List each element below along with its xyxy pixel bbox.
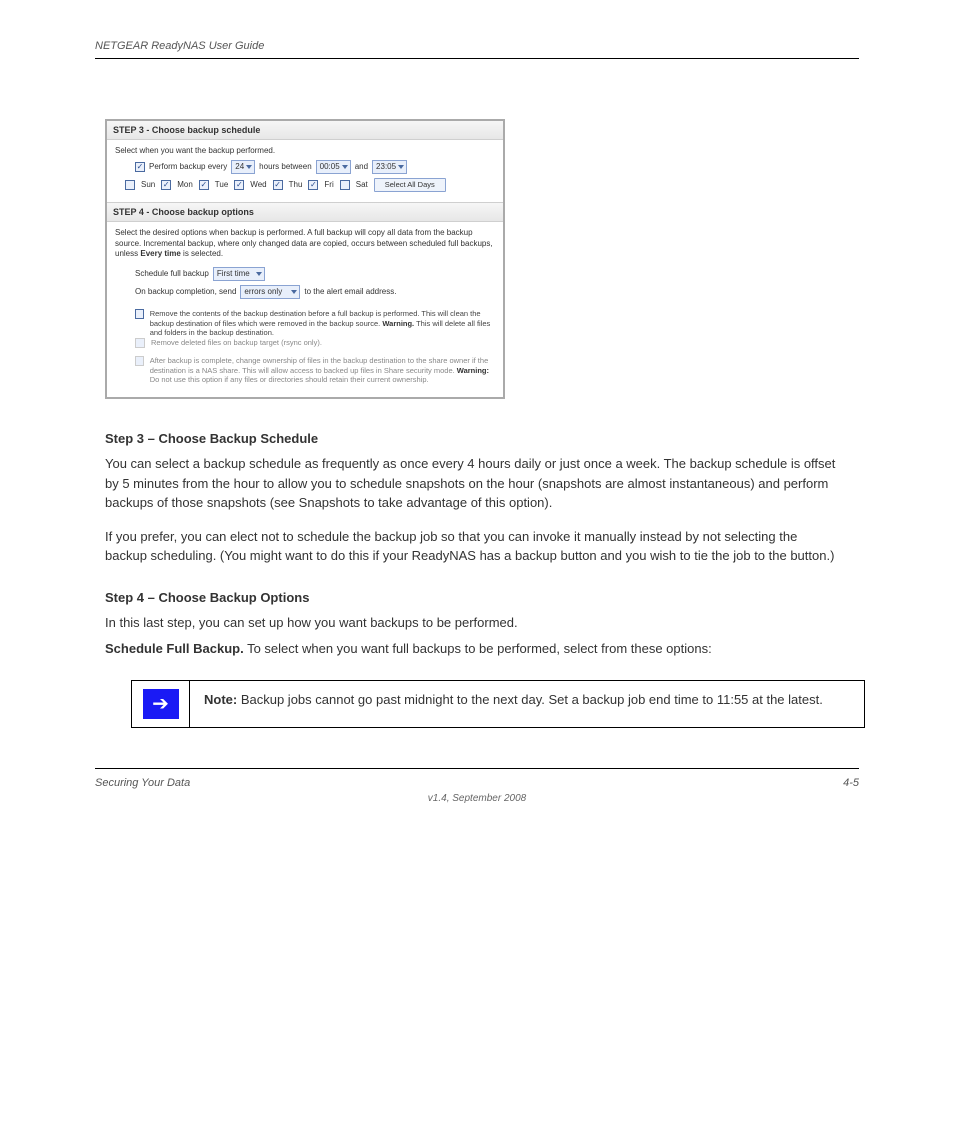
schedule-full-label: Schedule full backup: [135, 269, 209, 279]
body-text: Step 3 – Choose Backup Schedule You can …: [105, 429, 839, 729]
and-label: and: [355, 162, 368, 172]
opt2-warn: Warning:: [457, 366, 489, 375]
schedule-full-select[interactable]: First time: [213, 267, 265, 281]
note-icon-cell: ➔: [132, 681, 190, 727]
opt2-text: After backup is complete, change ownersh…: [150, 356, 495, 384]
day-label: Sat: [356, 180, 368, 190]
section2-para: In this last step, you can set up how yo…: [105, 613, 839, 633]
opt1b-text: Remove deleted files on backup target (r…: [151, 338, 322, 348]
step4-intro-b: is selected.: [181, 249, 223, 258]
change-ownership-checkbox[interactable]: ✓: [135, 356, 144, 366]
step3-intro: Select when you want the backup performe…: [115, 146, 495, 156]
section2-title: Step 4 – Choose Backup Options: [105, 588, 839, 608]
footer-right: 4-5: [843, 777, 859, 789]
note-label: Note:: [204, 692, 237, 707]
day-label: Thu: [289, 180, 303, 190]
opt2-a: After backup is complete, change ownersh…: [150, 356, 489, 374]
opt1-warn: Warning.: [382, 319, 414, 328]
day-mon-checkbox[interactable]: ✓: [161, 180, 171, 190]
every-hours-select[interactable]: 24: [231, 160, 255, 174]
section2-sub-label: Schedule Full Backup.: [105, 641, 244, 656]
day-label: Wed: [250, 180, 266, 190]
perform-label-a: Perform backup every: [149, 162, 227, 172]
section1-title: Step 3 – Choose Backup Schedule: [105, 429, 839, 449]
top-rule: [95, 58, 859, 59]
wizard-panel: STEP 3 - Choose backup schedule Select w…: [105, 119, 505, 399]
end-time-select[interactable]: 23:05: [372, 160, 407, 174]
day-thu-checkbox[interactable]: ✓: [273, 180, 283, 190]
section1-para1: You can select a backup schedule as freq…: [105, 454, 839, 513]
step4-intro-bold: Every time: [140, 249, 180, 258]
note-box: ➔ Note: Backup jobs cannot go past midni…: [131, 680, 865, 728]
bottom-rule: [95, 768, 859, 769]
send-label-a: On backup completion, send: [135, 287, 236, 297]
step4-intro: Select the desired options when backup i…: [115, 228, 495, 259]
note-text: Note: Backup jobs cannot go past midnigh…: [190, 681, 837, 727]
footer-version: v1.4, September 2008: [95, 793, 859, 804]
opt2-b: Do not use this option if any files or d…: [150, 375, 429, 384]
start-time-select[interactable]: 00:05: [316, 160, 351, 174]
send-select[interactable]: errors only: [240, 285, 300, 299]
section2-sub-text: To select when you want full backups to …: [244, 641, 712, 656]
day-fri-checkbox[interactable]: ✓: [308, 180, 318, 190]
send-label-b: to the alert email address.: [304, 287, 396, 297]
day-label: Tue: [215, 180, 229, 190]
footer-left: Securing Your Data: [95, 777, 190, 789]
note-body: Backup jobs cannot go past midnight to t…: [237, 692, 823, 707]
remove-deleted-checkbox[interactable]: ✓: [135, 338, 145, 348]
section2-sub: Schedule Full Backup. To select when you…: [105, 639, 839, 659]
section1-para2: If you prefer, you can elect not to sche…: [105, 527, 839, 566]
remove-contents-checkbox[interactable]: ✓: [135, 309, 144, 319]
day-label: Fri: [324, 180, 333, 190]
day-sat-checkbox[interactable]: ✓: [340, 180, 350, 190]
day-tue-checkbox[interactable]: ✓: [199, 180, 209, 190]
perform-backup-checkbox[interactable]: ✓: [135, 162, 145, 172]
step-3: STEP 3 - Choose backup schedule Select w…: [107, 121, 503, 202]
opt1-text: Remove the contents of the backup destin…: [150, 309, 495, 337]
day-sun-checkbox[interactable]: ✓: [125, 180, 135, 190]
perform-label-b: hours between: [259, 162, 311, 172]
day-label: Mon: [177, 180, 193, 190]
step3-title: STEP 3 - Choose backup schedule: [107, 121, 503, 140]
arrow-icon: ➔: [143, 689, 179, 719]
day-label: Sun: [141, 180, 155, 190]
select-all-days-button[interactable]: Select All Days: [374, 178, 446, 192]
day-wed-checkbox[interactable]: ✓: [234, 180, 244, 190]
header-title: NETGEAR ReadyNAS User Guide: [95, 40, 264, 52]
step-4: STEP 4 - Choose backup options Select th…: [107, 202, 503, 396]
step4-title: STEP 4 - Choose backup options: [107, 203, 503, 222]
